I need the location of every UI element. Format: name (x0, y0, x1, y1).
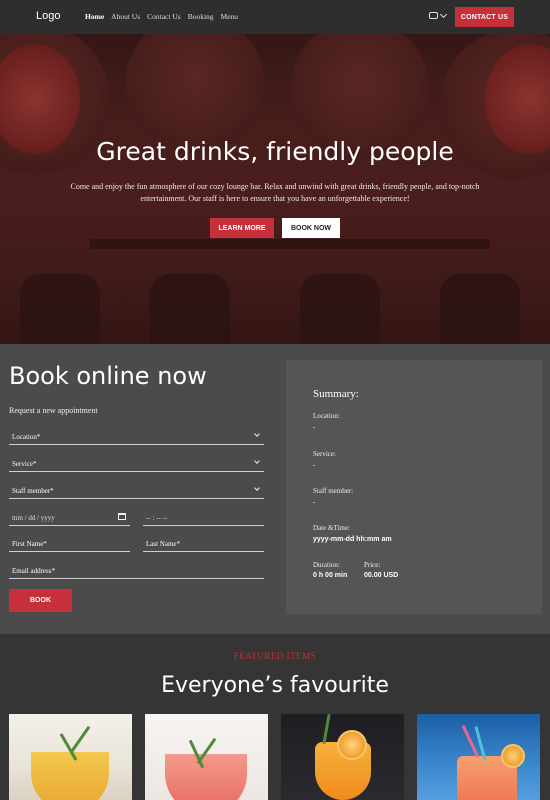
language-selector[interactable] (429, 10, 448, 19)
hero-title: Great drinks, friendly people (96, 137, 454, 166)
hero-description: Come and enjoy the fun atmosphere of our… (70, 182, 480, 203)
featured-title: Everyone’s favourite (161, 673, 389, 698)
staff-label: Staff member* (12, 487, 54, 495)
nav-item-home[interactable]: Home (85, 12, 104, 21)
chevron-down-icon (254, 458, 260, 464)
booking-subtitle: Request a new appointment (9, 406, 98, 415)
summary-datetime-value: yyyy-mm-dd hh:mm am (313, 536, 392, 543)
calendar-icon (118, 513, 126, 520)
chevron-down-icon (439, 10, 448, 18)
summary-duration-label: Duration: (313, 561, 340, 569)
email-label: Email address* (12, 567, 55, 575)
featured-section: FEATURED ITEMS Everyone’s favourite (0, 634, 550, 800)
book-button[interactable]: BOOK (9, 589, 72, 612)
drink-glass (165, 754, 247, 800)
summary-service-value: - (313, 461, 316, 469)
date-placeholder: mm / dd / yyyy (12, 514, 55, 522)
logo[interactable]: Logo (36, 10, 60, 22)
nav-item-booking[interactable]: Booking (188, 12, 214, 21)
orange-slice (337, 730, 367, 760)
flag-icon (429, 12, 438, 19)
last-name-field[interactable]: Last Name* (143, 536, 264, 552)
nav-item-about[interactable]: About Us (111, 12, 140, 21)
learn-more-button[interactable]: LEARN MORE (210, 218, 274, 238)
service-select[interactable]: Service* (9, 456, 264, 472)
staff-select[interactable]: Staff member* (9, 483, 264, 499)
first-name-field[interactable]: First Name* (9, 536, 130, 552)
featured-item-image[interactable] (9, 714, 132, 800)
summary-staff-value: - (313, 498, 316, 506)
drink-glass (31, 752, 109, 800)
featured-item-image[interactable] (417, 714, 540, 800)
featured-item-image[interactable] (145, 714, 268, 800)
first-name-label: First Name* (12, 540, 47, 548)
time-input[interactable]: -- : -- -- (143, 510, 264, 526)
nav-item-contact[interactable]: Contact Us (147, 12, 181, 21)
site-header: Logo Home About Us Contact Us Booking Me… (0, 0, 550, 34)
summary-duration-value: 0 h 00 min (313, 572, 348, 579)
featured-kicker: FEATURED ITEMS (233, 651, 317, 661)
contact-us-button[interactable]: CONTACT US (455, 7, 514, 27)
service-label: Service* (12, 460, 37, 468)
last-name-label: Last Name* (146, 540, 181, 548)
summary-price-value: 00.00 USD (364, 572, 399, 579)
summary-location-label: Location: (313, 412, 340, 420)
hero-section: Great drinks, friendly people Come and e… (0, 34, 550, 344)
location-label: Location* (12, 433, 41, 441)
time-placeholder: -- : -- -- (146, 514, 168, 522)
herb-garnish (322, 714, 331, 745)
summary-location-value: - (313, 423, 316, 431)
herb-garnish (70, 725, 91, 753)
summary-service-label: Service: (313, 450, 336, 458)
email-field[interactable]: Email address* (9, 563, 264, 579)
summary-staff-label: Staff member: (313, 487, 354, 495)
summary-panel: Summary: Location: - Service: - Staff me… (286, 360, 542, 614)
booking-section: Book online now Request a new appointmen… (0, 344, 550, 634)
main-nav: Home About Us Contact Us Booking Menu (85, 12, 238, 21)
featured-item-image[interactable] (281, 714, 404, 800)
summary-price-label: Price: (364, 561, 381, 569)
lemon-slice (501, 744, 525, 768)
summary-datetime-label: Date &Time: (313, 524, 350, 532)
date-input[interactable]: mm / dd / yyyy (9, 510, 130, 526)
location-select[interactable]: Location* (9, 429, 264, 445)
chevron-down-icon (254, 485, 260, 491)
summary-title: Summary: (313, 388, 359, 400)
chevron-down-icon (254, 431, 260, 437)
book-now-button[interactable]: BOOK NOW (282, 218, 340, 238)
nav-item-menu[interactable]: Menu (221, 12, 239, 21)
booking-title: Book online now (9, 362, 207, 390)
